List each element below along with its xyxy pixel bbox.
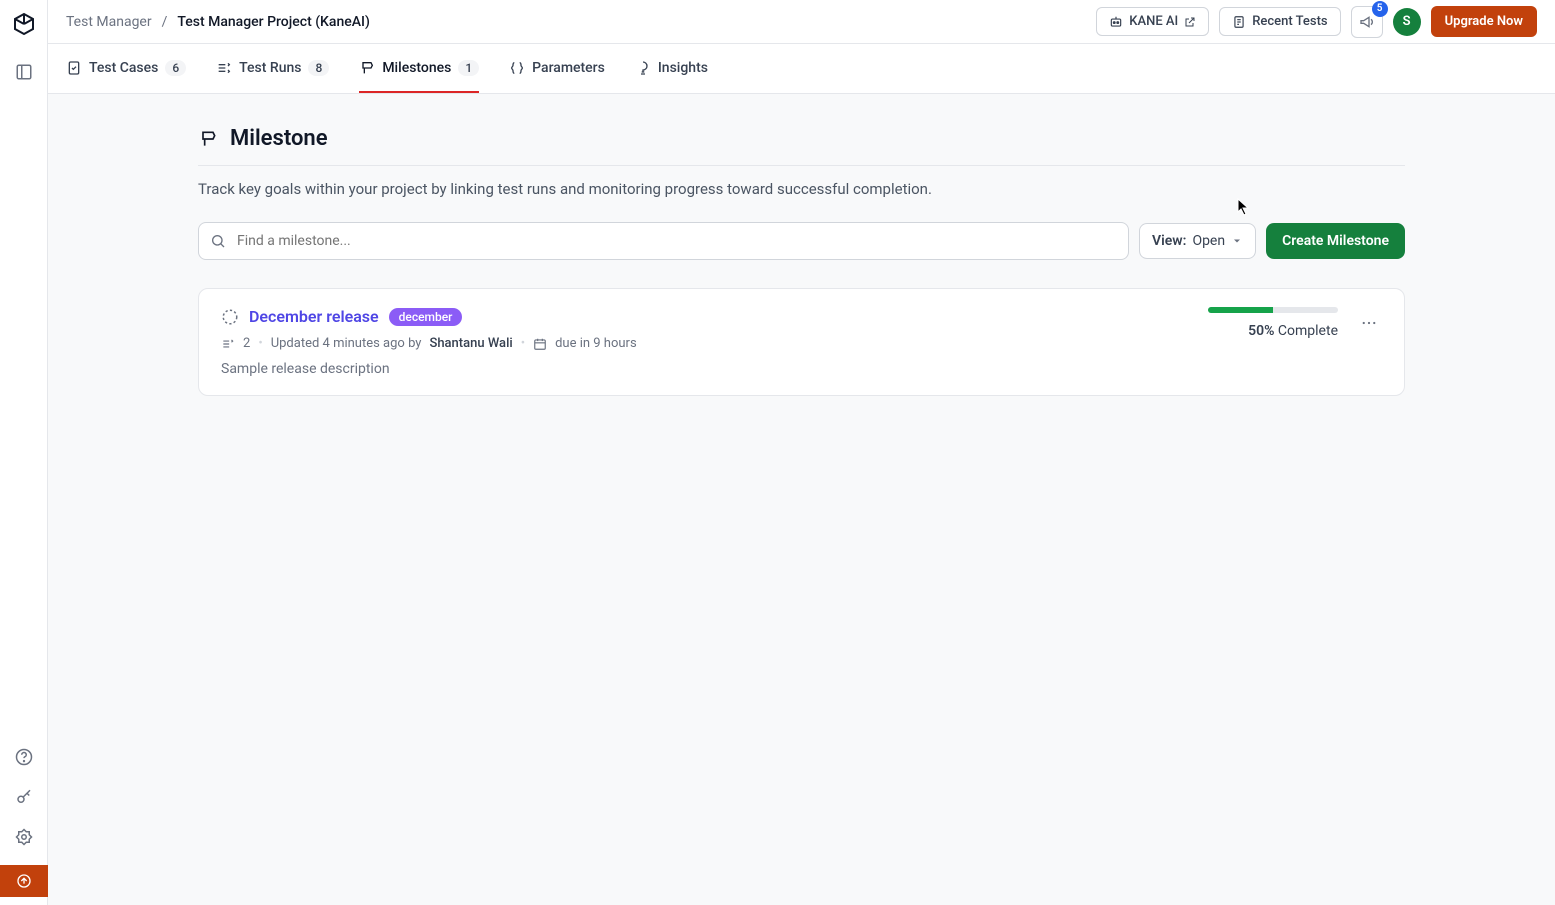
megaphone-icon <box>1359 14 1375 30</box>
breadcrumb-current[interactable]: Test Manager Project (KaneAI) <box>177 14 370 30</box>
tab-test-cases[interactable]: Test Cases 6 <box>66 44 186 93</box>
progress-percent: 50% <box>1248 323 1274 339</box>
milestone-title-link[interactable]: December release <box>249 307 379 326</box>
help-icon[interactable] <box>12 745 36 769</box>
search-wrapper <box>198 222 1129 260</box>
key-icon[interactable] <box>12 785 36 809</box>
breadcrumb-separator: / <box>162 14 168 30</box>
more-options-button[interactable] <box>1356 310 1382 336</box>
milestone-tag: december <box>389 308 463 326</box>
upload-icon[interactable] <box>0 865 48 897</box>
main-content: Milestone Track key goals within your pr… <box>48 94 1555 905</box>
page-description: Track key goals within your project by l… <box>198 180 1405 198</box>
create-milestone-button[interactable]: Create Milestone <box>1266 223 1405 259</box>
breadcrumb: Test Manager / Test Manager Project (Kan… <box>66 14 370 30</box>
insights-icon <box>635 60 651 76</box>
milestone-icon <box>359 60 375 76</box>
breadcrumb-root[interactable]: Test Manager <box>66 14 152 30</box>
milestone-description: Sample release description <box>221 361 1208 377</box>
milestone-author: Shantanu Wali <box>429 336 512 351</box>
tab-parameters[interactable]: Parameters <box>509 44 605 93</box>
robot-icon <box>1109 15 1123 29</box>
run-count: 2 <box>243 336 250 351</box>
notification-badge: 5 <box>1372 1 1388 17</box>
milestone-card: December release december 2 • Updated 4 … <box>198 288 1405 396</box>
external-link-icon <box>1184 16 1196 28</box>
kane-ai-button[interactable]: KANE AI <box>1096 7 1209 36</box>
upgrade-button[interactable]: Upgrade Now <box>1431 6 1537 37</box>
runs-icon <box>221 337 235 351</box>
parameters-icon <box>509 60 525 76</box>
status-circle-icon <box>221 308 239 326</box>
milestone-due: due in 9 hours <box>555 336 637 351</box>
brand-logo-icon[interactable] <box>12 12 36 36</box>
chevron-down-icon <box>1231 235 1243 247</box>
calendar-icon <box>533 337 547 351</box>
tab-test-runs[interactable]: Test Runs 8 <box>216 44 329 93</box>
notifications-button[interactable]: 5 <box>1351 6 1383 38</box>
milestone-icon <box>198 129 218 149</box>
test-cases-icon <box>66 60 82 76</box>
progress-fill <box>1208 307 1273 313</box>
progress-indicator: 50% Complete <box>1208 307 1338 339</box>
document-icon <box>1232 15 1246 29</box>
tab-bar: Test Cases 6 Test Runs 8 Milestones 1 Pa… <box>48 44 1555 94</box>
tab-insights[interactable]: Insights <box>635 44 708 93</box>
page-title: Milestone <box>198 126 1405 166</box>
avatar[interactable]: S <box>1393 8 1421 36</box>
recent-tests-button[interactable]: Recent Tests <box>1219 7 1340 36</box>
progress-bar <box>1208 307 1338 313</box>
tab-count: 1 <box>458 60 479 76</box>
search-icon <box>210 233 226 249</box>
left-sidebar <box>0 0 48 905</box>
view-filter-dropdown[interactable]: View: Open <box>1139 223 1256 259</box>
tab-count: 8 <box>308 60 329 76</box>
tab-milestones[interactable]: Milestones 1 <box>359 44 479 93</box>
tab-count: 6 <box>165 60 186 76</box>
topbar: Test Manager / Test Manager Project (Kan… <box>48 0 1555 44</box>
toolbar: View: Open Create Milestone <box>198 222 1405 260</box>
milestone-meta: 2 • Updated 4 minutes ago by Shantanu Wa… <box>221 336 1208 351</box>
more-horizontal-icon <box>1360 314 1378 332</box>
test-runs-icon <box>216 60 232 76</box>
search-input[interactable] <box>198 222 1129 260</box>
panel-icon[interactable] <box>12 60 36 84</box>
settings-icon[interactable] <box>12 825 36 849</box>
